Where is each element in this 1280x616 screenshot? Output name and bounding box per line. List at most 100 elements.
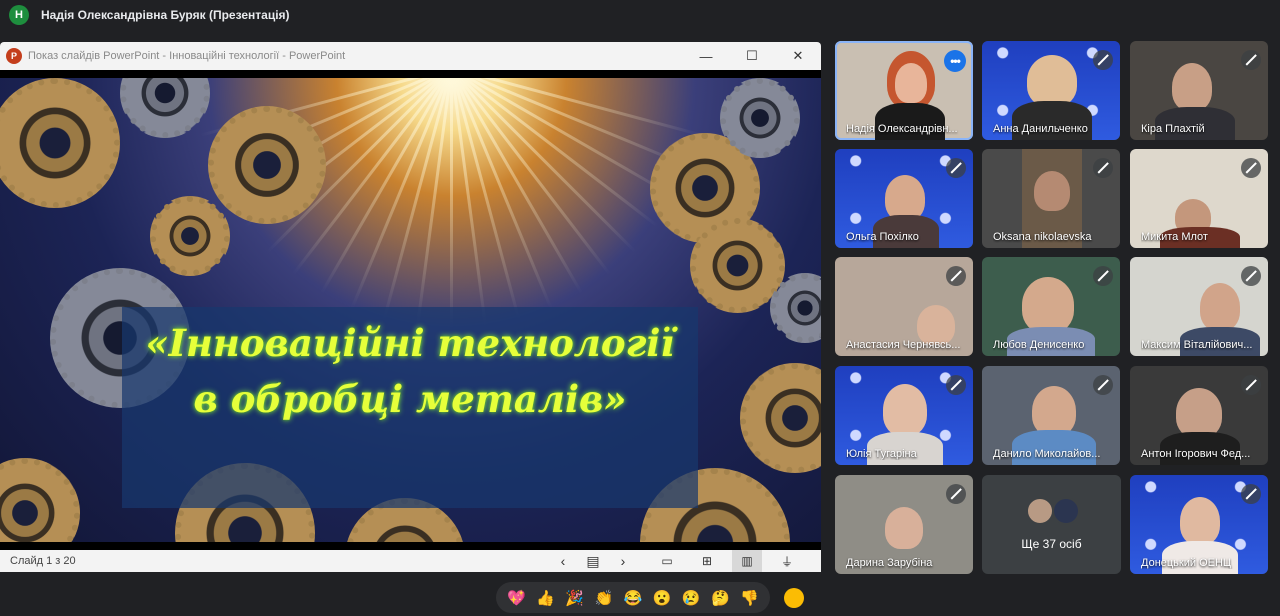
mic-off-icon	[946, 375, 966, 395]
gear-decoration	[0, 78, 120, 208]
gear-decoration	[208, 106, 326, 224]
previous-slide-button[interactable]: ‹	[548, 553, 578, 569]
participant-face	[1200, 283, 1240, 331]
participant-face	[885, 507, 923, 549]
participant-tile[interactable]: Oksana nikolaevska	[982, 149, 1120, 248]
thumbs-down-reaction-icon[interactable]: 👎	[738, 587, 760, 609]
mic-off-icon	[1241, 484, 1261, 504]
minimize-button[interactable]: —	[683, 42, 729, 70]
maximize-button[interactable]: ☐	[729, 42, 775, 70]
slideshow-view-icon[interactable]: ⏚	[772, 550, 802, 572]
mic-off-icon	[1241, 158, 1261, 178]
participant-tile[interactable]: Донецький ОЕНЦ	[1130, 475, 1268, 574]
participant-tile[interactable]: Дарина Зарубіна	[835, 475, 973, 574]
participant-name: Юлія Тугаріна	[846, 448, 917, 460]
participant-face	[1027, 55, 1077, 107]
normal-view-icon[interactable]: ▭	[652, 550, 682, 572]
mic-off-icon	[1093, 266, 1113, 286]
participant-tile[interactable]: Данило Миколайов...	[982, 366, 1120, 465]
participant-name: Надія Олександрівн...	[846, 123, 958, 135]
slide-title: «Інноваційні технології в обробці металі…	[122, 315, 698, 427]
participant-tile[interactable]: Максим Віталійович...	[1130, 257, 1268, 356]
slide-area[interactable]: «Інноваційні технології в обробці металі…	[0, 70, 821, 550]
mic-off-icon	[946, 484, 966, 504]
more-options-button[interactable]: •••	[944, 50, 966, 72]
sad-reaction-icon[interactable]: 😢	[680, 587, 702, 609]
participant-tile[interactable]: Микита Млот	[1130, 149, 1268, 248]
participant-name: Oksana nikolaevska	[993, 231, 1092, 243]
meet-top-bar: Н Надія Олександрівна Буряк (Презентація…	[0, 0, 1280, 30]
mic-off-icon	[1093, 50, 1113, 70]
participant-tile[interactable]: Кіра Плахтій	[1130, 41, 1268, 140]
clap-reaction-icon[interactable]: 👏	[593, 587, 615, 609]
gear-decoration	[720, 78, 800, 158]
mic-off-icon	[1241, 50, 1261, 70]
participant-thumbnail	[1052, 497, 1080, 525]
surprised-reaction-icon[interactable]: 😮	[651, 587, 673, 609]
slide-title-line-1: «Інноваційні технології	[145, 321, 675, 365]
participant-name: Максим Віталійович...	[1141, 339, 1253, 351]
heart-reaction-icon[interactable]: 💖	[506, 587, 528, 609]
participant-tile[interactable]: Любов Денисенко	[982, 257, 1120, 356]
gear-decoration	[120, 78, 210, 138]
light-ray	[450, 78, 553, 309]
participant-face	[1176, 388, 1222, 438]
participant-name: Ольга Похілко	[846, 231, 919, 243]
participant-name: Анастасия Чернявсь...	[846, 339, 961, 351]
participant-tile[interactable]: Юлія Тугаріна	[835, 366, 973, 465]
participant-name: Антон Ігорович Фед...	[1141, 448, 1251, 460]
slide-title-line-2: в обробці металів»	[193, 377, 627, 421]
mic-off-icon	[946, 158, 966, 178]
gear-decoration	[740, 363, 821, 473]
window-title: Показ слайдів PowerPoint - Інноваційні т…	[28, 50, 346, 62]
participant-face	[1032, 386, 1076, 436]
slide-menu-button[interactable]: ▤	[578, 553, 608, 570]
next-slide-button[interactable]: ›	[608, 553, 638, 569]
participant-name: Анна Данильченко	[993, 123, 1088, 135]
presenter-title: Надія Олександрівна Буряк (Презентація)	[41, 8, 290, 22]
gear-decoration	[0, 458, 80, 542]
powerpoint-titlebar: P Показ слайдів PowerPoint - Інноваційні…	[0, 42, 821, 70]
laugh-reaction-icon[interactable]: 😂	[622, 587, 644, 609]
slide-sorter-view-icon[interactable]: ⊞	[692, 550, 722, 572]
participant-name: Данило Миколайов...	[993, 448, 1101, 460]
participant-name: Кіра Плахтій	[1141, 123, 1205, 135]
mic-off-icon	[946, 266, 966, 286]
mic-off-icon	[1093, 375, 1113, 395]
powerpoint-status-bar: Слайд 1 з 20 ‹ ▤ › ▭ ⊞ ▥ ⏚	[0, 550, 821, 572]
participant-tile[interactable]: Ольга Похілко	[835, 149, 973, 248]
participant-name: Любов Денисенко	[993, 339, 1085, 351]
slide[interactable]: «Інноваційні технології в обробці металі…	[0, 78, 821, 542]
thinking-reaction-icon[interactable]: 🤔	[709, 587, 731, 609]
mic-off-icon	[1241, 375, 1261, 395]
participant-face	[1022, 277, 1074, 333]
powerpoint-window: P Показ слайдів PowerPoint - Інноваційні…	[0, 42, 821, 572]
participant-name: Донецький ОЕНЦ	[1141, 557, 1232, 569]
participant-name: Микита Млот	[1141, 231, 1208, 243]
emoji-skin-tone-icon[interactable]	[784, 588, 804, 608]
participant-name: Дарина Зарубіна	[846, 557, 933, 569]
participant-face	[1172, 63, 1212, 111]
participant-face	[1180, 497, 1220, 545]
close-button[interactable]: ✕	[775, 42, 821, 70]
participant-tile[interactable]: Анастасия Чернявсь...	[835, 257, 973, 356]
gear-decoration	[150, 196, 230, 276]
thumbs-up-reaction-icon[interactable]: 👍	[535, 587, 557, 609]
reactions-bar: 💖 👍 🎉 👏 😂 😮 😢 🤔 👎	[496, 582, 770, 613]
other-participants-count: Ще 37 осіб	[1021, 537, 1082, 551]
presenter-avatar: Н	[9, 5, 29, 25]
participant-face	[895, 63, 927, 103]
mic-off-icon	[1093, 158, 1113, 178]
other-participants-tile[interactable]: Ще 37 осіб	[982, 475, 1121, 574]
participant-tile[interactable]: Анна Данильченко	[982, 41, 1120, 140]
party-reaction-icon[interactable]: 🎉	[564, 587, 586, 609]
light-ray	[450, 78, 453, 328]
mic-off-icon	[1241, 266, 1261, 286]
reading-view-icon[interactable]: ▥	[732, 550, 762, 572]
participant-thumbnail	[1026, 497, 1054, 525]
powerpoint-logo-icon: P	[6, 48, 22, 64]
participant-tile[interactable]: ••• Надія Олександрівн...	[835, 41, 973, 140]
slide-counter: Слайд 1 з 20	[10, 555, 76, 567]
participant-face	[1034, 171, 1070, 211]
participant-tile[interactable]: Антон Ігорович Фед...	[1130, 366, 1268, 465]
